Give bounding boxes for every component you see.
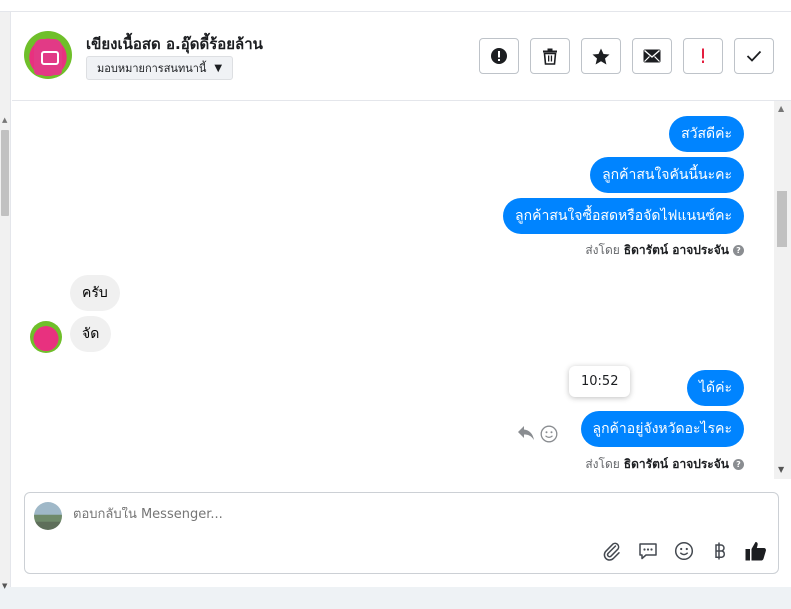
sent-by-prefix: ส่งโดย — [585, 457, 620, 471]
assign-label: มอบหมายการสนทนานี้ — [97, 62, 207, 75]
message-bubble-outgoing[interactable]: สวัสดีค่ะ — [669, 116, 744, 152]
help-icon[interactable]: ? — [733, 459, 744, 470]
reply-icon[interactable] — [517, 425, 535, 445]
mark-unread-button[interactable] — [632, 38, 672, 74]
delete-button[interactable] — [530, 38, 570, 74]
message-bubble-outgoing[interactable]: ลูกค้าอยู่จังหวัดอะไรคะ — [580, 411, 744, 447]
timestamp-tooltip: 10:52 — [569, 366, 631, 397]
alert-circle-icon — [491, 48, 507, 64]
composer-tools — [600, 539, 768, 563]
baht-icon — [715, 542, 725, 560]
mark-spam-button[interactable] — [479, 38, 519, 74]
message-bubble-outgoing[interactable]: ลูกค้าสนใจคันนี้นะคะ — [590, 157, 744, 193]
message-bubble-outgoing[interactable]: ได้ค่ะ — [686, 370, 744, 406]
left-scrollbar[interactable]: ▲ ▼ — [0, 12, 11, 590]
payment-button[interactable] — [708, 539, 732, 563]
speech-bubble-icon — [639, 543, 657, 560]
conversation-header: เขียงเนื้อสด อ.อุ๊ดดี้ร้อยล้าน มอบหมายกา… — [12, 12, 791, 101]
reply-composer — [24, 492, 779, 574]
contact-avatar[interactable] — [24, 31, 72, 79]
paperclip-icon — [603, 542, 620, 561]
mark-done-button[interactable] — [734, 38, 774, 74]
attach-button[interactable] — [600, 539, 624, 563]
thread-scrollbar-thumb[interactable] — [777, 191, 787, 247]
scroll-up-arrow-icon[interactable]: ▲ — [778, 104, 784, 113]
message-bubble-incoming[interactable]: จัด — [70, 316, 112, 352]
like-button[interactable] — [744, 539, 768, 563]
help-icon[interactable]: ? — [733, 245, 744, 256]
left-scrollbar-thumb[interactable] — [1, 130, 9, 216]
sent-by-name[interactable]: ธิดารัตน์ อาจประจัน — [624, 241, 729, 260]
star-icon — [592, 48, 610, 64]
sent-by-prefix: ส่งโดย — [585, 243, 620, 257]
thread-scrollbar[interactable]: ▲ ▼ — [774, 101, 791, 479]
saved-replies-button[interactable] — [636, 539, 660, 563]
envelope-icon — [643, 49, 661, 63]
sent-by-name[interactable]: ธิดารัตน์ อาจประจัน — [624, 455, 729, 474]
sent-by-label: ส่งโดย ธิดารัตน์ อาจประจัน ? — [585, 455, 744, 474]
reply-input[interactable] — [73, 507, 673, 522]
message-bubble-incoming[interactable]: ครับ — [70, 275, 120, 311]
smiley-icon — [674, 541, 694, 561]
contact-name[interactable]: เขียงเนื้อสด อ.อุ๊ดดี้ร้อยล้าน — [86, 32, 263, 56]
trash-icon — [543, 48, 557, 65]
mark-important-button[interactable] — [683, 38, 723, 74]
top-strip — [0, 0, 791, 12]
react-smiley-icon[interactable] — [540, 425, 558, 447]
header-actions — [479, 38, 774, 74]
exclamation-icon — [702, 48, 704, 63]
scroll-down-arrow-icon[interactable]: ▼ — [2, 582, 7, 590]
emoji-button[interactable] — [672, 539, 696, 563]
my-avatar — [34, 502, 62, 530]
star-button[interactable] — [581, 38, 621, 74]
caret-down-icon: ▼ — [214, 62, 223, 74]
scroll-up-arrow-icon[interactable]: ▲ — [2, 116, 7, 124]
scroll-down-arrow-icon[interactable]: ▼ — [778, 465, 784, 474]
check-icon — [746, 50, 762, 62]
sender-avatar[interactable] — [30, 321, 62, 353]
message-bubble-outgoing[interactable]: ลูกค้าสนใจซื้อสดหรือจัดไฟแนนซ์คะ — [503, 198, 744, 234]
inbox-frame: ▲ ▼ เขียงเนื้อสด อ.อุ๊ดดี้ร้อยล้าน มอบหม… — [0, 0, 791, 590]
sent-by-label: ส่งโดย ธิดารัตน์ อาจประจัน ? — [585, 241, 744, 260]
message-thread[interactable]: สวัสดีค่ะ ลูกค้าสนใจคันนี้นะคะ ลูกค้าสนใ… — [12, 101, 774, 479]
thumbs-up-icon — [745, 542, 766, 561]
assign-conversation-dropdown[interactable]: มอบหมายการสนทนานี้ ▼ — [86, 56, 234, 80]
